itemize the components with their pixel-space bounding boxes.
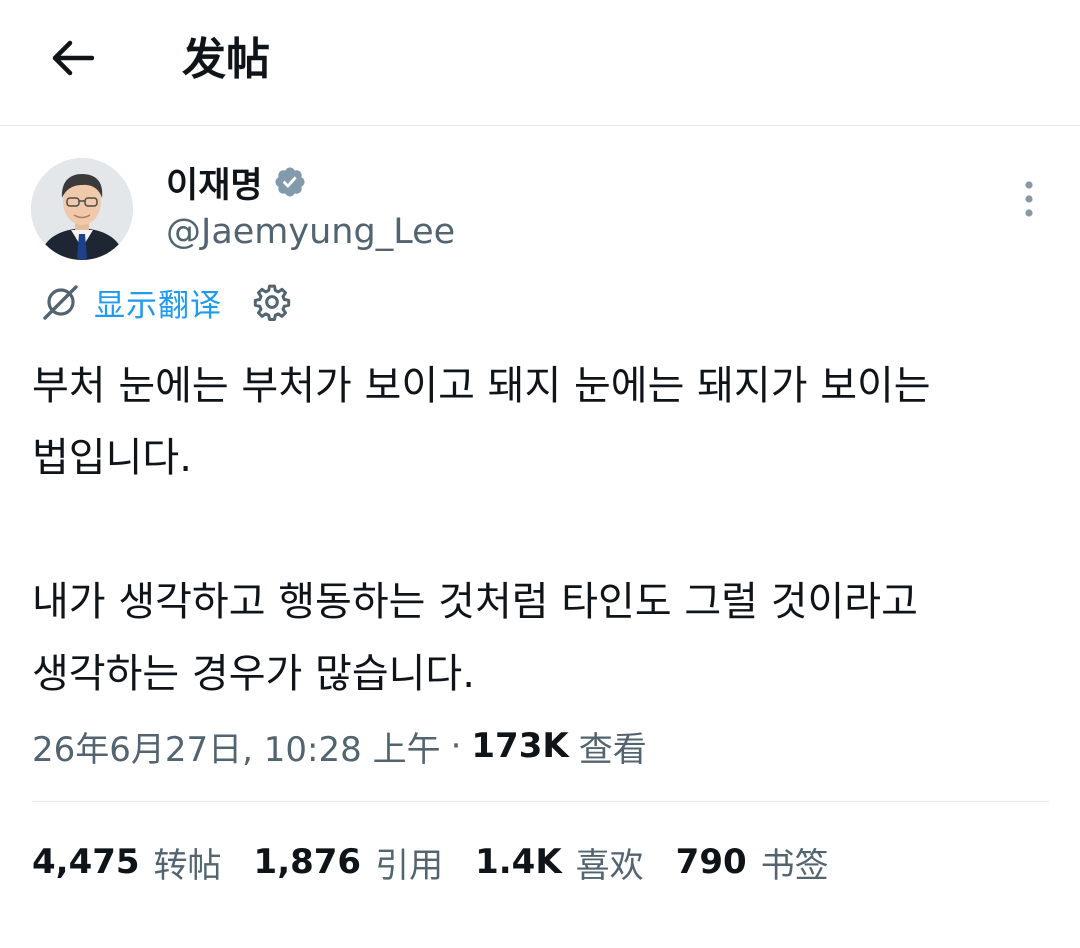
retweets-count: 4,475: [32, 842, 140, 882]
show-translation-link[interactable]: 显示翻译: [40, 280, 222, 325]
likes-stat[interactable]: 1.4K 喜欢: [475, 838, 644, 887]
back-button[interactable]: [40, 28, 104, 88]
views-label: 查看: [578, 729, 647, 770]
tweet-text: 부처 눈에는 부처가 보이고 돼지 눈에는 돼지가 보이는 법입니다. 내가 생…: [32, 350, 1042, 710]
tweet-paragraph: 부처 눈에는 부처가 보이고 돼지 눈에는 돼지가 보이는 법입니다.: [32, 363, 944, 481]
profile-photo: [31, 158, 133, 260]
translate-row: 显示翻译: [40, 278, 292, 326]
likes-count: 1.4K: [475, 842, 562, 882]
tweet-paragraph: 내가 생각하고 행동하는 것처럼 타인도 그럴 것이라고 생각하는 경우가 많습…: [32, 579, 931, 697]
avatar[interactable]: [31, 158, 133, 260]
tweet-meta: 26年6月27日, 10:28 上午 · 173K 查看: [32, 720, 647, 772]
quotes-label: 引用: [375, 845, 444, 886]
views-count: 173K: [471, 726, 569, 766]
bookmarks-label: 书签: [760, 845, 829, 886]
engagement-stats: 4,475 转帖 1,876 引用 1.4K 喜欢 790 书签: [32, 834, 861, 890]
timestamp[interactable]: 26年6月27日, 10:28 上午: [32, 722, 441, 771]
show-translation-label: 显示翻译: [94, 287, 222, 324]
top-bar: 发帖: [0, 0, 1080, 126]
quotes-stat[interactable]: 1,876 引用: [254, 838, 444, 887]
author-name-row: 이재명: [166, 156, 307, 208]
verified-badge-icon: [273, 165, 307, 199]
arrow-left-icon: [52, 40, 94, 76]
vertical-dots-icon: [1025, 181, 1033, 217]
meta-separator: ·: [450, 726, 462, 766]
more-options-button[interactable]: [1010, 176, 1048, 222]
retweets-stat[interactable]: 4,475 转帖: [32, 838, 222, 887]
author-handle[interactable]: @Jaemyung_Lee: [166, 208, 455, 256]
divider: [32, 801, 1049, 802]
gear-icon[interactable]: [252, 282, 292, 322]
translate-globe-icon: [40, 282, 80, 322]
author-name[interactable]: 이재명: [166, 157, 263, 208]
bookmarks-stat[interactable]: 790 书签: [676, 838, 829, 887]
likes-label: 喜欢: [575, 845, 644, 886]
bookmarks-count: 790: [675, 842, 747, 882]
page-title: 发帖: [182, 34, 270, 85]
quotes-count: 1,876: [253, 842, 362, 882]
retweets-label: 转帖: [153, 845, 222, 886]
